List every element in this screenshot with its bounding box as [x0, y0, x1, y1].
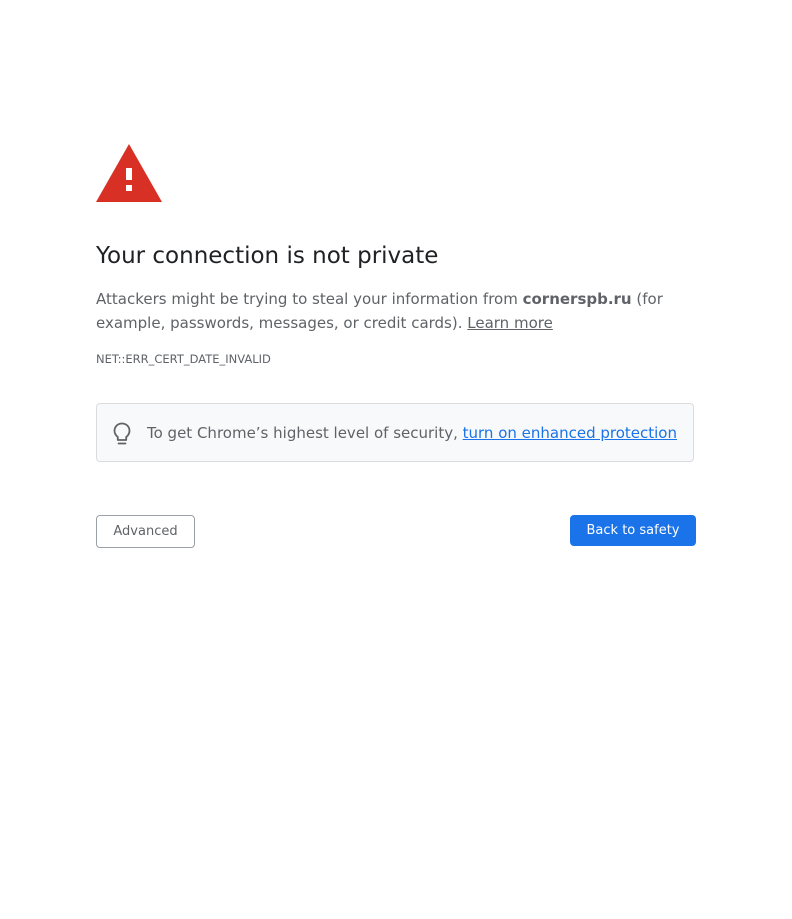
enhanced-protection-text: To get Chrome’s highest level of securit…: [147, 421, 677, 445]
error-code: NET::ERR_CERT_DATE_INVALID: [96, 352, 271, 366]
domain-name: cornerspb.ru: [522, 290, 632, 308]
advanced-button[interactable]: Advanced: [96, 515, 195, 548]
warning-triangle-icon: [96, 144, 162, 202]
message-prefix: Attackers might be trying to steal your …: [96, 290, 523, 308]
enhanced-protection-link[interactable]: turn on enhanced protection: [463, 424, 677, 442]
main-message: Attackers might be trying to steal your …: [96, 287, 696, 335]
lightbulb-icon: [113, 422, 131, 445]
enhanced-protection-prefix: To get Chrome’s highest level of securit…: [147, 424, 463, 442]
enhanced-protection-banner: To get Chrome’s highest level of securit…: [96, 403, 694, 462]
back-to-safety-button[interactable]: Back to safety: [570, 515, 696, 546]
learn-more-link[interactable]: Learn more: [467, 314, 553, 332]
page-title: Your connection is not private: [96, 243, 439, 269]
